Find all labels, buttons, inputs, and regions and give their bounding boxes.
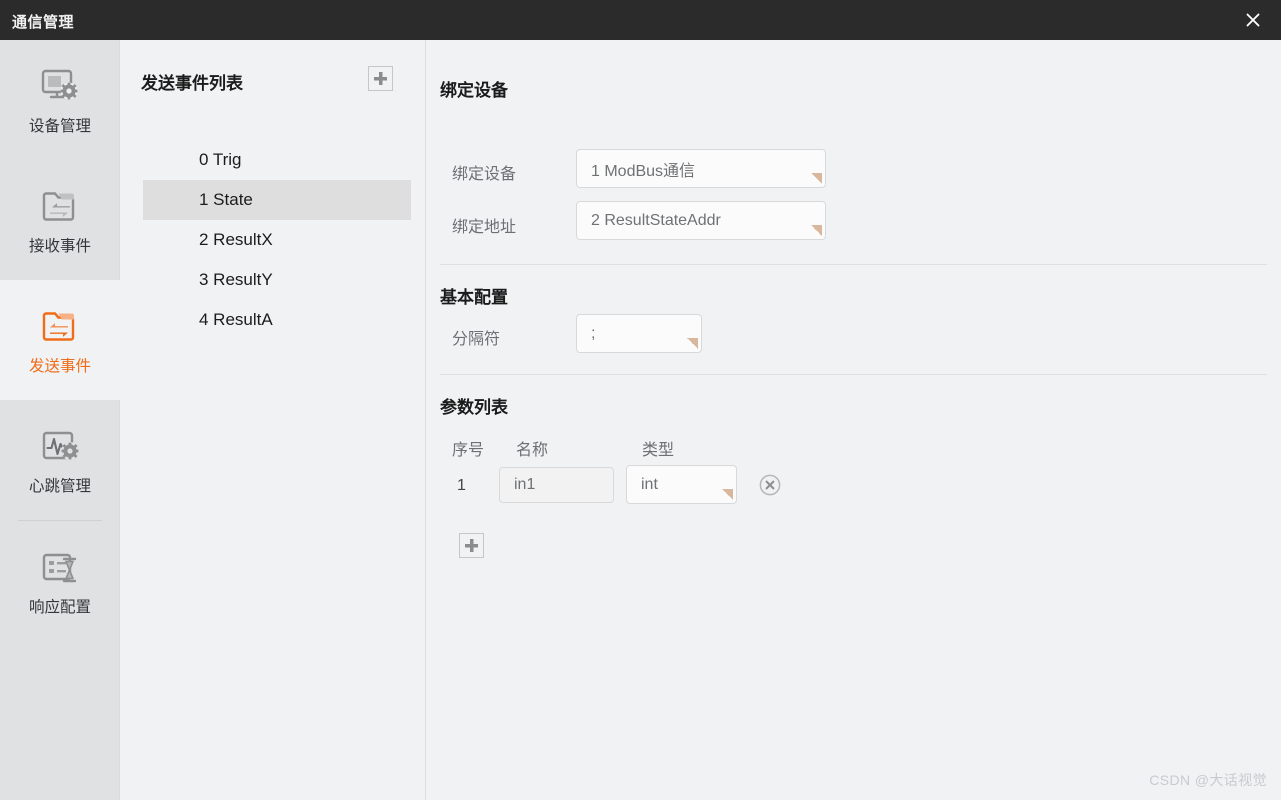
separator-select[interactable]: ;: [576, 314, 702, 353]
separator-label: 分隔符: [452, 331, 501, 348]
section-divider: [440, 374, 1267, 375]
resize-grip-icon: [722, 489, 733, 500]
bind-device-section-title: 绑定设备: [440, 81, 508, 100]
watermark: CSDN @大话视觉: [1149, 772, 1267, 788]
param-list-section-title: 参数列表: [440, 398, 508, 417]
monitor-gear-icon: [41, 70, 78, 100]
sidebar-item-label: 响应配置: [28, 599, 91, 617]
folder-out-arrow-icon: [42, 312, 75, 341]
param-row-index: 1: [457, 477, 466, 494]
resize-grip-icon: [811, 173, 822, 184]
title-bar: 通信管理: [0, 0, 1281, 40]
delete-param-button[interactable]: [759, 474, 781, 496]
column-header-type: 类型: [642, 442, 675, 459]
list-item[interactable]: 3 ResultY: [143, 260, 411, 300]
close-icon: [1246, 13, 1260, 27]
sidebar-item-send-events[interactable]: 发送事件: [0, 280, 120, 400]
send-event-list-panel: 发送事件列表 0 Trig 1 State 2 ResultX 3 Result…: [121, 40, 426, 800]
sidebar-item-response-config[interactable]: 响应配置: [0, 521, 120, 641]
separator-value: ;: [591, 324, 596, 342]
app-window: 通信管理 设备管理 接收事件 发送事件 心跳管理 响应配置 发送事件列表 0 T…: [0, 0, 1281, 800]
list-header: 发送事件列表: [141, 66, 406, 96]
param-type-select[interactable]: int: [626, 465, 737, 504]
param-type-value: int: [641, 475, 658, 493]
event-list: 0 Trig 1 State 2 ResultX 3 ResultY 4 Res…: [143, 140, 411, 340]
list-hourglass-icon: [42, 554, 77, 583]
basic-config-section-title: 基本配置: [440, 288, 508, 307]
sidebar-item-label: 心跳管理: [28, 478, 91, 496]
column-header-name: 名称: [516, 442, 549, 459]
sidebar-item-label: 接收事件: [28, 238, 91, 256]
bind-device-select[interactable]: 1 ModBus通信: [576, 149, 826, 188]
bind-device-value: 1 ModBus通信: [591, 162, 696, 180]
resize-grip-icon: [811, 225, 822, 236]
section-divider: [440, 264, 1267, 265]
sidebar-item-label: 发送事件: [28, 358, 91, 376]
bind-device-label: 绑定设备: [452, 166, 517, 183]
list-item[interactable]: 4 ResultA: [143, 300, 411, 340]
list-item[interactable]: 1 State: [143, 180, 411, 220]
waveform-gear-icon: [42, 432, 79, 461]
list-item[interactable]: 0 Trig: [143, 140, 411, 180]
param-name-value: in1: [514, 476, 536, 493]
close-button[interactable]: [1225, 0, 1281, 40]
column-header-no: 序号: [452, 442, 485, 459]
list-title: 发送事件列表: [141, 74, 243, 93]
add-event-button[interactable]: [368, 66, 393, 91]
list-item[interactable]: 2 ResultX: [143, 220, 411, 260]
circle-x-icon: [759, 474, 781, 496]
add-param-button[interactable]: [459, 533, 484, 558]
resize-grip-icon: [687, 338, 698, 349]
sidebar-item-receive-events[interactable]: 接收事件: [0, 160, 120, 280]
sidebar-item-heartbeat-management[interactable]: 心跳管理: [0, 400, 120, 520]
window-title: 通信管理: [12, 14, 75, 31]
bind-address-select[interactable]: 2 ResultStateAddr: [576, 201, 826, 240]
sidebar-item-label: 设备管理: [28, 118, 91, 136]
bind-address-value: 2 ResultStateAddr: [591, 211, 721, 229]
sidebar-item-device-management[interactable]: 设备管理: [0, 40, 120, 160]
param-name-input[interactable]: in1: [499, 467, 614, 503]
folder-in-arrow-icon: [42, 192, 75, 221]
detail-panel: 绑定设备 绑定设备 1 ModBus通信 绑定地址 2 ResultStateA…: [426, 40, 1281, 800]
bind-address-label: 绑定地址: [452, 219, 517, 236]
sidebar: 设备管理 接收事件 发送事件 心跳管理 响应配置: [0, 40, 120, 800]
